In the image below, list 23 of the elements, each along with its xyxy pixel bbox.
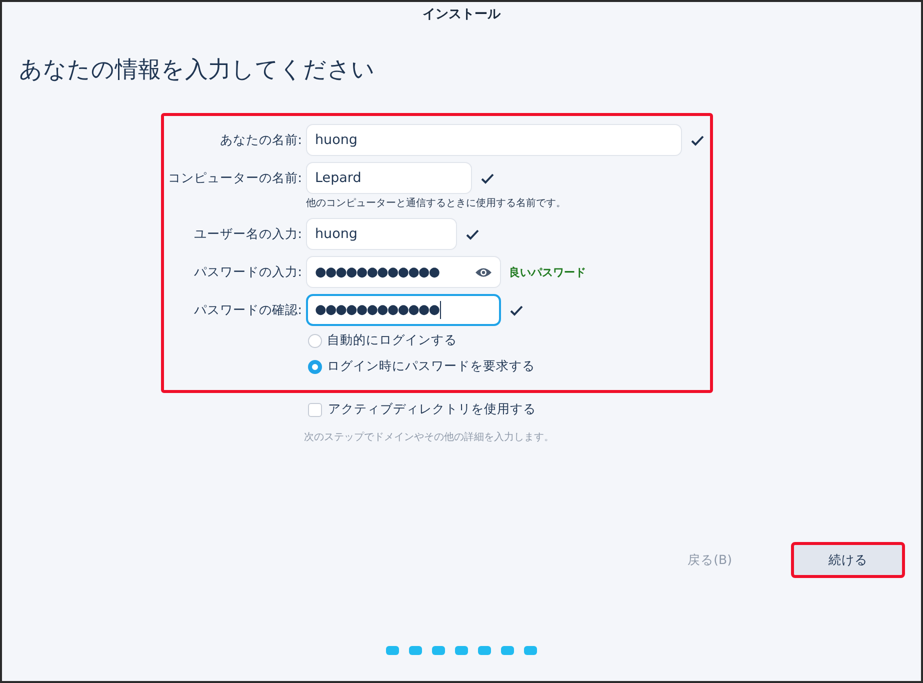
- input-field[interactable]: ●●●●●●●●●●●●: [306, 256, 501, 288]
- checkbox-hint: 次のステップでドメインやその他の詳細を入力します。: [304, 432, 554, 443]
- input-field[interactable]: ●●●●●●●●●●●●: [306, 294, 501, 326]
- field-label: あなたの名前:: [220, 132, 302, 148]
- radio-button[interactable]: [308, 334, 322, 348]
- window-title: インストール: [422, 6, 502, 23]
- radio-label[interactable]: 自動的にログインする: [327, 332, 457, 349]
- input-field[interactable]: Lepard: [306, 162, 472, 194]
- input-field[interactable]: huong: [306, 124, 682, 156]
- field-label: パスワードの確認:: [194, 302, 302, 318]
- radio-label[interactable]: ログイン時にパスワードを要求する: [327, 358, 535, 375]
- field-label: パスワードの入力:: [194, 264, 302, 280]
- eye-icon[interactable]: [475, 266, 492, 278]
- radio-button[interactable]: [308, 360, 322, 374]
- field-label: コンピューターの名前:: [168, 170, 302, 186]
- page-heading: あなたの情報を入力してください: [19, 56, 376, 85]
- password-strength: 良いパスワード: [509, 264, 586, 280]
- checkbox[interactable]: [308, 402, 322, 416]
- checkbox-label[interactable]: アクティブディレクトリを使用する: [328, 401, 536, 418]
- field-hint: 他のコンピューターと通信するときに使用する名前です。: [306, 198, 566, 209]
- continue-button[interactable]: 続ける: [791, 542, 905, 578]
- field-label: ユーザー名の入力:: [194, 226, 302, 242]
- input-field[interactable]: huong: [306, 218, 457, 250]
